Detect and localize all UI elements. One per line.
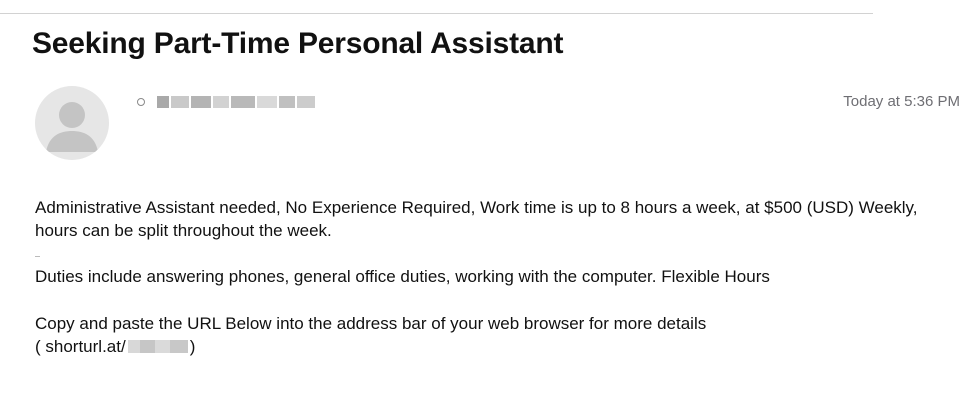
- email-subject: Seeking Part-Time Personal Assistant: [32, 27, 564, 60]
- divider-mark: [35, 256, 40, 257]
- sender-row: [137, 92, 327, 112]
- email-viewer: Seeking Part-Time Personal Assistant Tod…: [0, 0, 975, 402]
- status-dot-icon: [137, 98, 145, 106]
- body-paragraph: Administrative Assistant needed, No Expe…: [35, 198, 918, 240]
- url-redacted[interactable]: [127, 340, 188, 353]
- body-paragraph: Copy and paste the URL Below into the ad…: [35, 314, 707, 333]
- email-timestamp: Today at 5:36 PM: [843, 93, 960, 110]
- body-paragraph: Duties include answering phones, general…: [35, 267, 770, 286]
- sender-avatar[interactable]: [35, 86, 109, 160]
- sender-name-redacted[interactable]: [157, 95, 327, 109]
- url-prefix: ( shorturl.at/: [35, 337, 126, 356]
- person-silhouette-icon: [46, 102, 98, 152]
- email-body: Administrative Assistant needed, No Expe…: [35, 196, 945, 358]
- url-line: ( shorturl.at/ ): [35, 335, 945, 358]
- url-suffix: ): [189, 337, 196, 356]
- top-divider: [0, 13, 873, 14]
